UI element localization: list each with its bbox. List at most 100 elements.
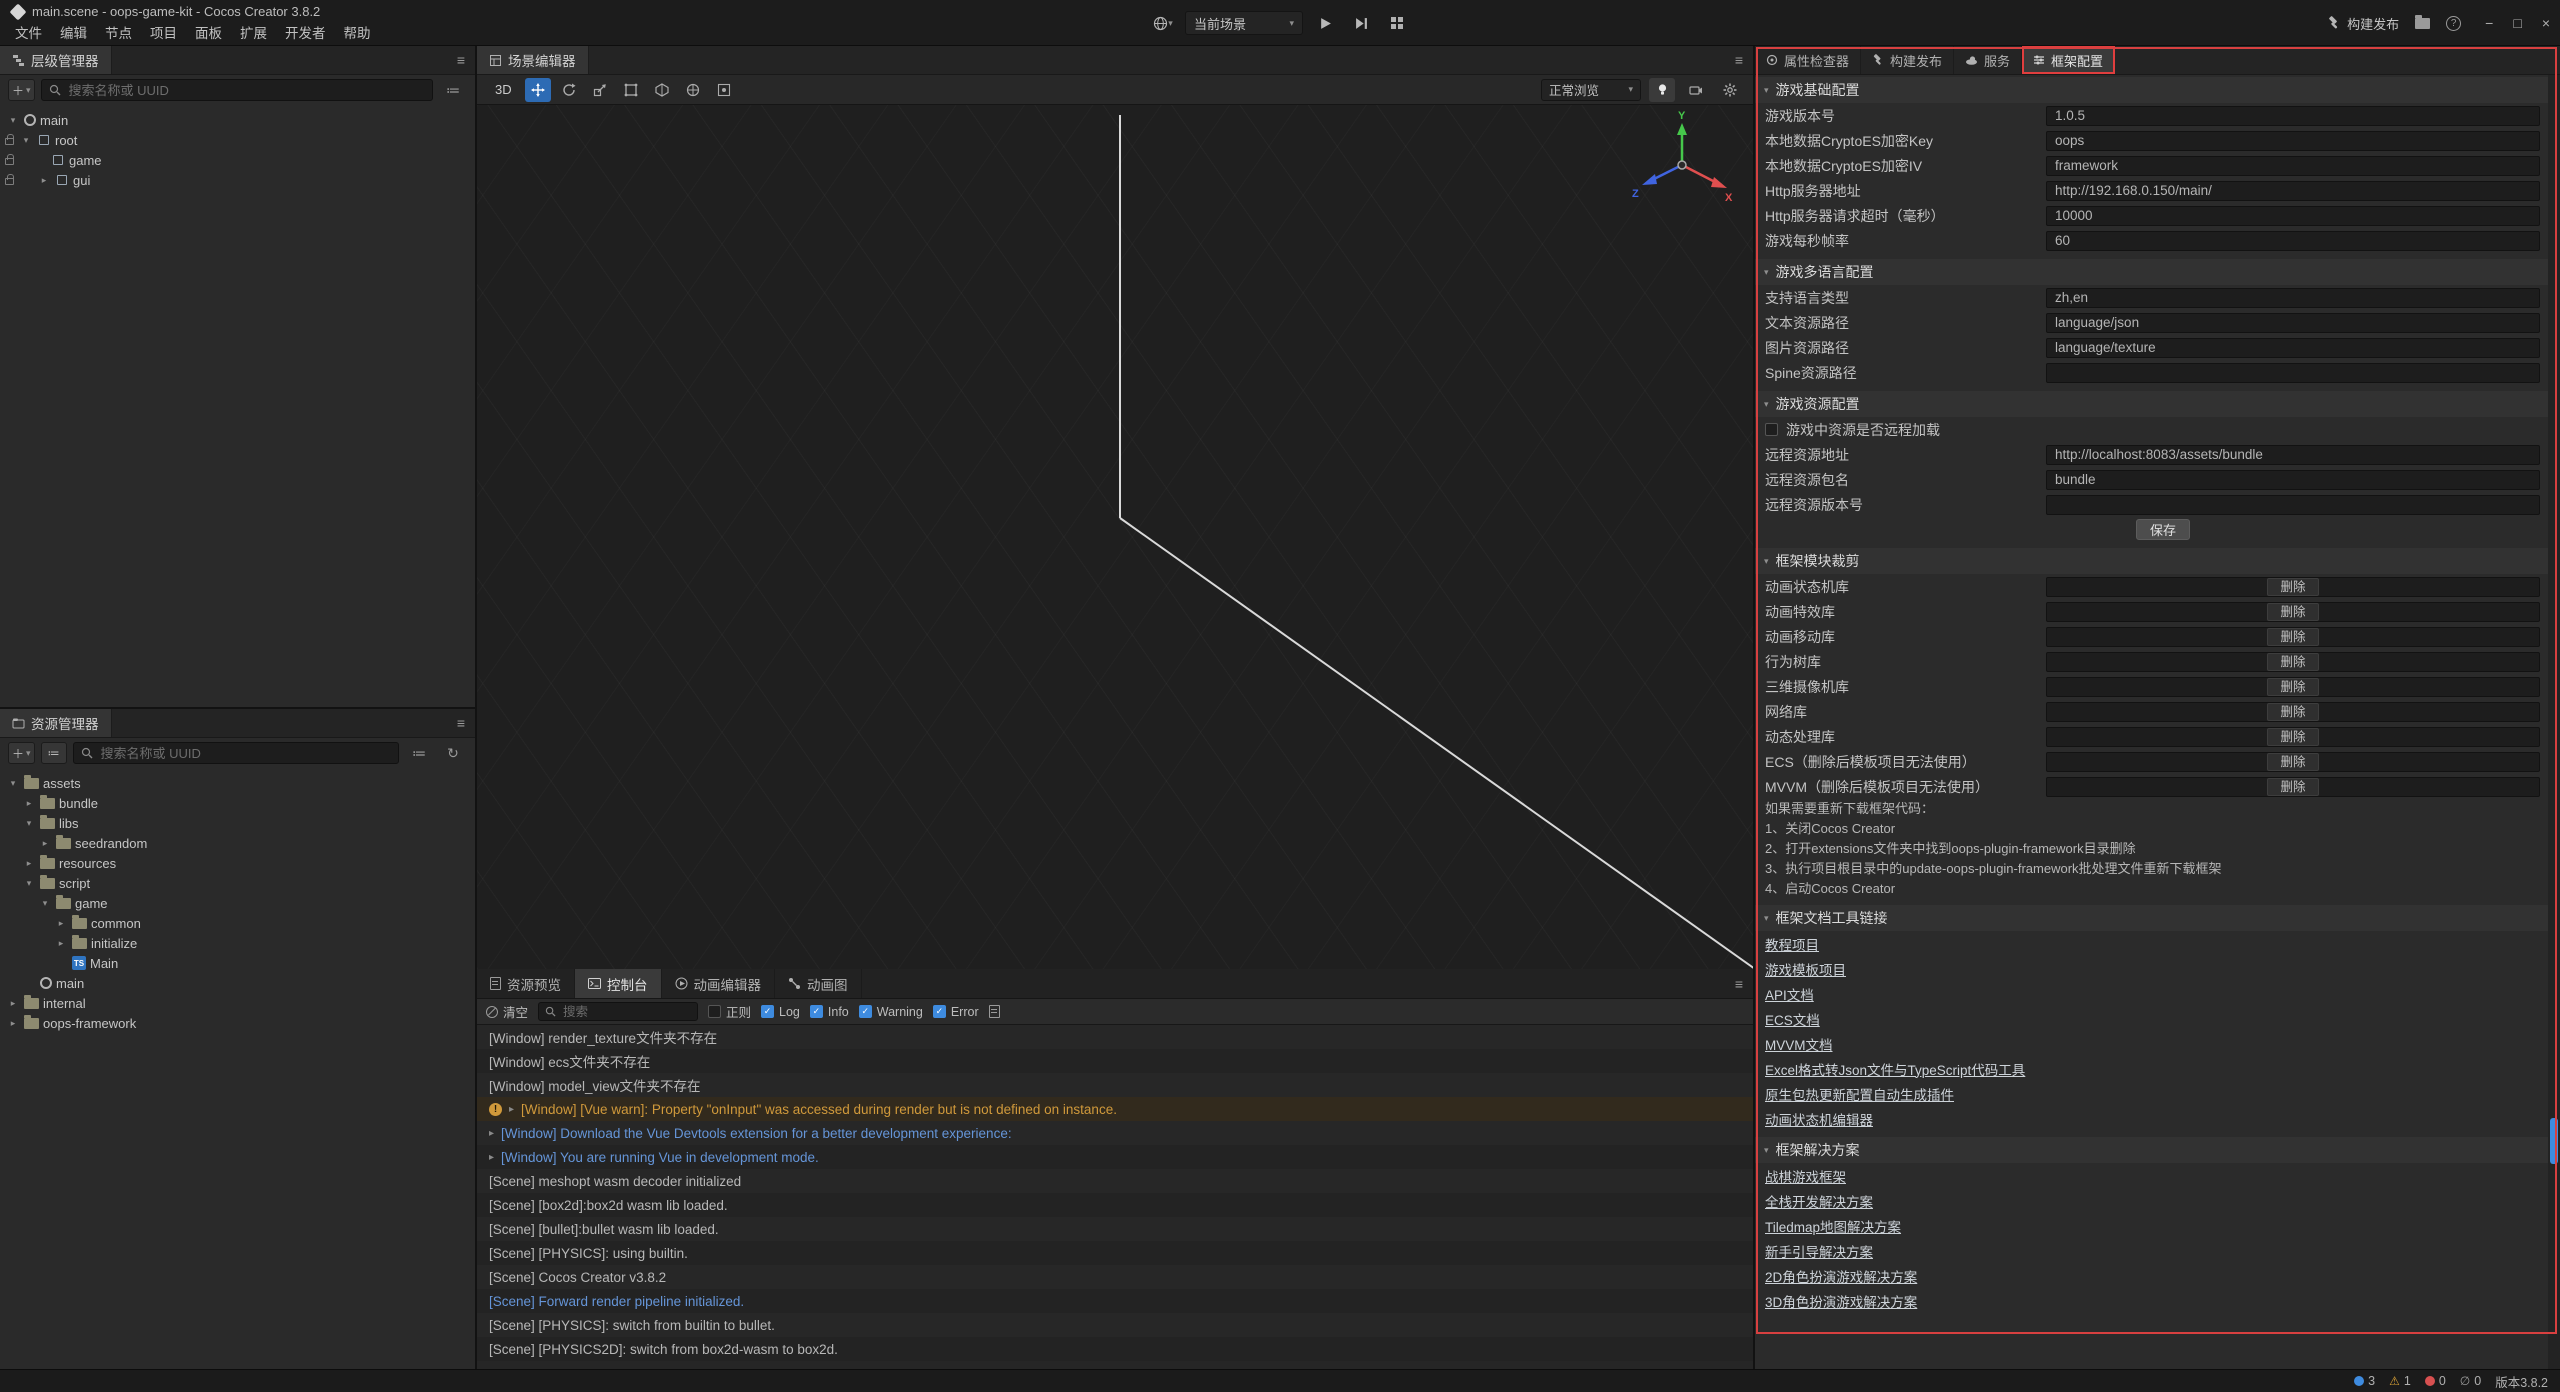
move-tool-button[interactable] — [525, 78, 551, 102]
delete-button[interactable]: 删除 — [2267, 753, 2318, 771]
menu-item-panel[interactable]: 面板 — [186, 23, 231, 45]
solution-link-2drpg[interactable]: 2D角色扮演游戏解决方案 — [1765, 1266, 1917, 1286]
open-project-folder-icon[interactable] — [2415, 18, 2430, 29]
mode-3d-toggle[interactable]: 3D — [487, 82, 520, 97]
crypto-key-input[interactable] — [2046, 131, 2540, 151]
menu-item-help[interactable]: 帮助 — [335, 23, 380, 45]
pivot-toggle-button[interactable] — [711, 78, 737, 102]
doc-link-api[interactable]: API文档 — [1765, 984, 1814, 1004]
expand-arrow-icon[interactable]: ▾ — [38, 898, 52, 909]
delete-button[interactable]: 删除 — [2267, 578, 2318, 596]
log-row[interactable]: [Scene] [box2d]:box2d wasm lib loaded. — [477, 1193, 1753, 1217]
regex-checkbox[interactable]: 正则 — [708, 1002, 751, 1021]
save-button[interactable]: 保存 — [2136, 519, 2190, 540]
asset-row-assets[interactable]: ▾ assets — [0, 773, 475, 793]
doc-link-mvvm[interactable]: MVVM文档 — [1765, 1034, 1833, 1054]
open-log-file-icon[interactable] — [989, 1005, 1000, 1018]
tab-property-inspector[interactable]: 属性检查器 — [1755, 46, 1861, 74]
scale-tool-button[interactable] — [587, 78, 613, 102]
tree-node-gui[interactable]: ▸ gui — [0, 170, 475, 190]
sort-assets-button[interactable]: ≔ — [41, 742, 67, 764]
http-timeout-input[interactable] — [2046, 206, 2540, 226]
tab-framework-config[interactable]: 框架配置 — [2022, 46, 2115, 74]
expand-arrow-icon[interactable]: ▾ — [6, 778, 20, 789]
refresh-icon[interactable]: ↻ — [439, 745, 467, 762]
languages-input[interactable] — [2046, 288, 2540, 308]
solution-link-guide[interactable]: 新手引导解决方案 — [1765, 1241, 1873, 1261]
play-button[interactable] — [1311, 11, 1339, 35]
delete-button[interactable]: 删除 — [2267, 628, 2318, 646]
expand-arrow-icon[interactable]: ▾ — [19, 135, 33, 146]
expand-arrow-icon[interactable]: ▸ — [489, 1152, 494, 1163]
menu-item-developer[interactable]: 开发者 — [276, 23, 335, 45]
asset-row-libs[interactable]: ▾ libs — [0, 813, 475, 833]
delete-button[interactable]: 删除 — [2267, 603, 2318, 621]
lock-icon[interactable] — [5, 138, 14, 145]
close-button[interactable]: × — [2542, 15, 2550, 31]
expand-arrow-icon[interactable]: ▸ — [509, 1104, 514, 1115]
hierarchy-search-input[interactable] — [67, 82, 425, 99]
filter-log-checkbox[interactable]: ✓ Log — [761, 1005, 800, 1019]
log-row[interactable]: [Scene] [bullet]:bullet wasm lib loaded. — [477, 1217, 1753, 1241]
expand-arrow-icon[interactable]: ▸ — [6, 998, 20, 1009]
solution-link-tiledmap[interactable]: Tiledmap地图解决方案 — [1765, 1216, 1901, 1236]
expand-arrow-icon[interactable]: ▸ — [22, 798, 36, 809]
delete-button[interactable]: 删除 — [2267, 728, 2318, 746]
game-version-input[interactable] — [2046, 106, 2540, 126]
section-i18n-config[interactable]: ▾ 游戏多语言配置 — [1755, 259, 2548, 285]
section-docs-links[interactable]: ▾ 框架文档工具链接 — [1755, 905, 2548, 931]
help-icon[interactable] — [2446, 16, 2461, 31]
menu-item-file[interactable]: 文件 — [6, 23, 51, 45]
expand-arrow-icon[interactable]: ▾ — [22, 818, 36, 829]
hierarchy-menu-icon[interactable]: ≡ — [447, 46, 475, 74]
solution-link-3drpg[interactable]: 3D角色扮演游戏解决方案 — [1765, 1291, 1917, 1311]
remote-load-checkbox-row[interactable]: 游戏中资源是否远程加载 — [1755, 417, 2548, 442]
scene-viewport[interactable]: Y X Z — [477, 105, 1753, 969]
log-row[interactable]: [Scene] Cocos Creator v3.8.2 — [477, 1265, 1753, 1289]
view-mode-dropdown[interactable]: 正常浏览 ▾ — [1541, 79, 1641, 101]
asset-row-bundle[interactable]: ▸ bundle — [0, 793, 475, 813]
rotate-tool-button[interactable] — [556, 78, 582, 102]
doc-link-template[interactable]: 游戏模板项目 — [1765, 959, 1846, 979]
menu-item-node[interactable]: 节点 — [96, 23, 141, 45]
log-count-indicator[interactable]: 3 — [2354, 1374, 2375, 1388]
lock-icon[interactable] — [5, 158, 14, 165]
lighting-toggle-button[interactable] — [1649, 78, 1675, 102]
asset-row-oops-framework[interactable]: ▸ oops-framework — [0, 1013, 475, 1033]
transform-gizmo-tool-button[interactable] — [649, 78, 675, 102]
maximize-button[interactable]: □ — [2513, 15, 2521, 31]
lock-icon[interactable] — [5, 178, 14, 185]
tab-animation-editor[interactable]: 动画编辑器 — [662, 969, 776, 998]
fps-input[interactable] — [2046, 231, 2540, 251]
asset-row-common[interactable]: ▸ common — [0, 913, 475, 933]
clear-console-button[interactable]: 清空 — [486, 1002, 528, 1021]
delete-button[interactable]: 删除 — [2267, 778, 2318, 796]
log-row[interactable]: [Scene] [PHYSICS]: using builtin. — [477, 1241, 1753, 1265]
asset-row-game[interactable]: ▾ game — [0, 893, 475, 913]
expand-arrow-icon[interactable]: ▸ — [6, 1018, 20, 1029]
create-asset-button[interactable]: ＋▾ — [8, 742, 35, 764]
asset-row-internal[interactable]: ▸ internal — [0, 993, 475, 1013]
tree-node-root[interactable]: ▾ root — [0, 130, 475, 150]
assets-filter-icon[interactable]: ≔ — [405, 745, 433, 762]
tab-console[interactable]: 控制台 — [575, 969, 662, 998]
build-publish-button[interactable]: 构建发布 — [2327, 14, 2399, 33]
expand-arrow-icon[interactable]: ▸ — [54, 918, 68, 929]
doc-link-ecs[interactable]: ECS文档 — [1765, 1009, 1820, 1029]
delete-button[interactable]: 删除 — [2267, 703, 2318, 721]
hierarchy-filter-icon[interactable]: ≔ — [439, 82, 467, 99]
menu-item-edit[interactable]: 编辑 — [51, 23, 96, 45]
delete-button[interactable]: 删除 — [2267, 678, 2318, 696]
filter-info-checkbox[interactable]: ✓ Info — [810, 1005, 849, 1019]
asset-row-main-scene[interactable]: main — [0, 973, 475, 993]
log-row[interactable]: [Window] render_texture文件夹不存在 — [477, 1025, 1753, 1049]
expand-arrow-icon[interactable]: ▸ — [37, 175, 51, 186]
preview-platform-button[interactable]: ▾ — [1149, 11, 1177, 35]
remote-url-input[interactable] — [2046, 445, 2540, 465]
filter-warning-checkbox[interactable]: ✓ Warning — [859, 1005, 923, 1019]
create-node-button[interactable]: ＋▾ — [8, 79, 35, 101]
menu-item-project[interactable]: 项目 — [141, 23, 186, 45]
expand-arrow-icon[interactable]: ▸ — [54, 938, 68, 949]
tab-asset-preview[interactable]: 资源预览 — [477, 969, 575, 998]
remote-bundle-input[interactable] — [2046, 470, 2540, 490]
